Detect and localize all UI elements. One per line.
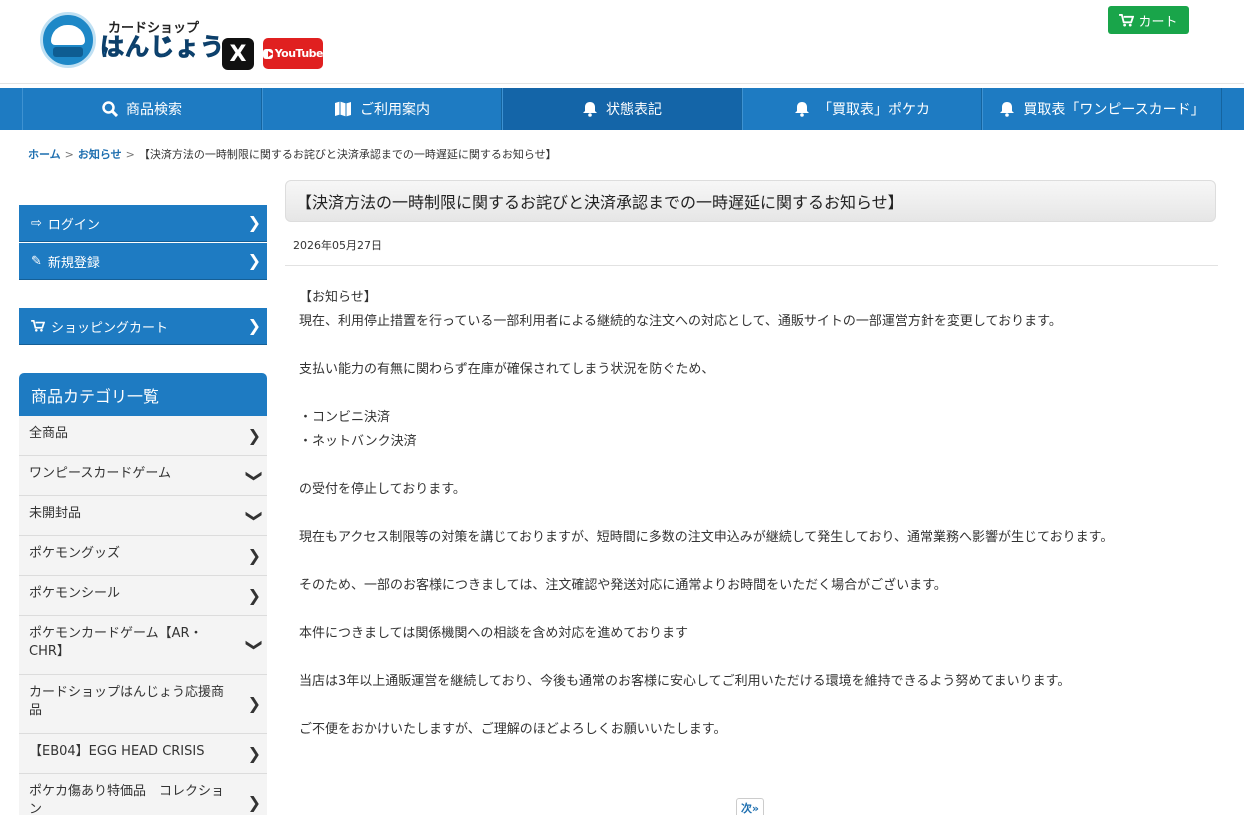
category-item[interactable]: 未開封品 ❯ [19, 496, 267, 536]
chevron-right-icon: ❯ [247, 585, 261, 605]
article-date: 2026年05月27日 [293, 239, 382, 252]
chevron-right-icon: ❯ [247, 793, 261, 812]
logo-emblem-icon [40, 12, 96, 68]
chevron-down-icon[interactable]: ❯ [245, 509, 264, 522]
nav-item-label: 状態表記 [606, 102, 662, 118]
category-label: ポケモンシール [29, 586, 121, 601]
category-item[interactable]: 全商品 ❯ [19, 416, 267, 456]
site-header: カードショップ はんじょう X YouTube カート [0, 0, 1244, 84]
shopping-cart-label: ショッピングカート [51, 320, 169, 336]
nav-item-label: 「買取表」ポケカ [818, 102, 930, 118]
category-item[interactable]: ポケモングッズ ❯ [19, 536, 267, 576]
map-icon [335, 101, 351, 117]
breadcrumb-current: 【決済方法の一時制限に関するお詫びと決済承認までの一時遅延に関するお知らせ】 [138, 148, 557, 161]
login-button[interactable]: ⇨ ログイン ❯ [19, 205, 267, 242]
article-bullet: ・ネットバンク決済 [299, 434, 417, 449]
category-label: ポケモングッズ [29, 546, 121, 561]
bell-icon [795, 102, 809, 117]
x-label: X [229, 41, 247, 67]
category-label: 未開封品 [29, 506, 82, 521]
article-paragraph: ご不便をおかけいたしますが、ご理解のほどよろしくお願いいたします。 [299, 722, 727, 737]
category-item[interactable]: 【EB04】EGG HEAD CRISIS ❯ [19, 734, 267, 774]
article-paragraph: 支払い能力の有無に関わらず在庫が確保されてしまう状況を防ぐため、 [299, 362, 715, 377]
chevron-right-icon: ❯ [247, 316, 261, 335]
chevron-down-icon[interactable]: ❯ [245, 638, 264, 651]
main-nav: 商品検索 ご利用案内 状態表記 「買取表」ポケカ 買取表「ワンピースカード」 [0, 88, 1244, 130]
cart-button-label: カート [1138, 14, 1178, 30]
chevron-right-icon: ❯ [247, 694, 261, 713]
nav-item-guide[interactable]: ご利用案内 [262, 88, 502, 130]
register-label: 新規登録 [47, 255, 100, 271]
pencil-icon: ✎ [31, 253, 42, 269]
nav-item-condition[interactable]: 状態表記 [502, 88, 742, 130]
category-heading: 商品カテゴリ一覧 [19, 373, 267, 416]
next-page-button[interactable]: 次» [736, 798, 764, 815]
chevron-down-icon[interactable]: ❯ [245, 469, 264, 482]
nav-item-buylist-onepiece[interactable]: 買取表「ワンピースカード」 [982, 88, 1222, 130]
category-item[interactable]: ポケモンシール ❯ [19, 576, 267, 616]
search-icon [102, 101, 118, 117]
site-logo[interactable]: カードショップ はんじょう [40, 12, 225, 68]
article-title: 【決済方法の一時制限に関するお詫びと決済承認までの一時遅延に関するお知らせ】 [285, 180, 1216, 222]
category-label: ポケモンカードゲーム【AR・CHR】 [29, 626, 203, 659]
article-heading: 【お知らせ】 [299, 290, 377, 305]
login-label: ログイン [47, 217, 100, 233]
youtube-label: YouTube [274, 47, 324, 60]
breadcrumb-separator: > [64, 148, 74, 161]
bell-icon [583, 102, 597, 117]
chevron-right-icon: ❯ [247, 425, 261, 445]
login-icon: ⇨ [31, 215, 42, 231]
nav-item-search[interactable]: 商品検索 [22, 88, 262, 130]
category-label: カードショップはんじょう応援商品 [29, 685, 225, 718]
category-label: ワンピースカードゲーム [29, 466, 171, 481]
bell-icon [1000, 102, 1015, 117]
category-label: ポケカ傷あり特価品 コレクション [29, 784, 225, 815]
cart-button[interactable]: カート [1108, 6, 1189, 34]
category-label: 全商品 [29, 426, 69, 441]
breadcrumb-home-link[interactable]: ホーム [28, 148, 61, 161]
article-paragraph: の受付を停止しております。 [299, 482, 466, 497]
nav-item-buylist-pokeca[interactable]: 「買取表」ポケカ [742, 88, 982, 130]
chevron-right-icon: ❯ [247, 743, 261, 763]
nav-item-label: 買取表「ワンピースカード」 [1023, 102, 1205, 118]
breadcrumb-news-link[interactable]: お知らせ [78, 148, 122, 161]
chevron-right-icon: ❯ [247, 213, 261, 232]
logo-main-text: はんじょう [100, 32, 225, 61]
youtube-play-icon [263, 48, 273, 59]
cart-icon [31, 320, 45, 332]
breadcrumb: ホーム > お知らせ > 【決済方法の一時制限に関するお詫びと決済承認までの一時遅延に関… [28, 146, 557, 162]
category-item[interactable]: ポケモンカードゲーム【AR・CHR】 ❯ [19, 616, 267, 675]
category-label: 【EB04】EGG HEAD CRISIS [29, 744, 205, 759]
article-paragraph: 当店は3年以上通販運営を継続しており、今後も通常のお客様に安心してご利用いただけ… [299, 674, 1071, 689]
divider [285, 265, 1218, 266]
category-item[interactable]: ワンピースカードゲーム ❯ [19, 456, 267, 496]
category-item[interactable]: ポケカ傷あり特価品 コレクション ❯ [19, 774, 267, 815]
nav-item-label: 商品検索 [126, 102, 182, 118]
article-paragraph: そのため、一部のお客様につきましては、注文確認や発送対応に通常よりお時間をいただ… [299, 578, 947, 593]
category-list: 全商品 ❯ ワンピースカードゲーム ❯ 未開封品 ❯ ポケモングッズ ❯ ポケモンシール… [19, 416, 267, 815]
article-paragraph: 現在もアクセス制限等の対策を講じておりますが、短時間に多数の注文申込みが継続して… [299, 530, 1114, 545]
register-button[interactable]: ✎ 新規登録 ❯ [19, 243, 267, 280]
article-body: 【お知らせ】 現在、利用停止措置を行っている一部利用者による継続的な注文への対応… [299, 286, 1209, 766]
category-item[interactable]: カードショップはんじょう応援商品 ❯ [19, 675, 267, 734]
nav-item-label: ご利用案内 [360, 102, 430, 118]
article-paragraph: 現在、利用停止措置を行っている一部利用者による継続的な注文への対応として、通販サ… [299, 314, 1062, 329]
x-social-icon[interactable]: X [222, 38, 254, 70]
shopping-cart-button[interactable]: ショッピングカート ❯ [19, 308, 267, 345]
article-paragraph: 本件につきましては関係機関への相談を含め対応を進めております [299, 626, 688, 641]
chevron-right-icon: ❯ [247, 251, 261, 270]
youtube-social-icon[interactable]: YouTube [263, 38, 324, 69]
cart-icon [1119, 13, 1135, 27]
breadcrumb-separator: > [125, 148, 135, 161]
article-bullet: ・コンビニ決済 [299, 410, 391, 425]
chevron-right-icon: ❯ [247, 545, 261, 565]
